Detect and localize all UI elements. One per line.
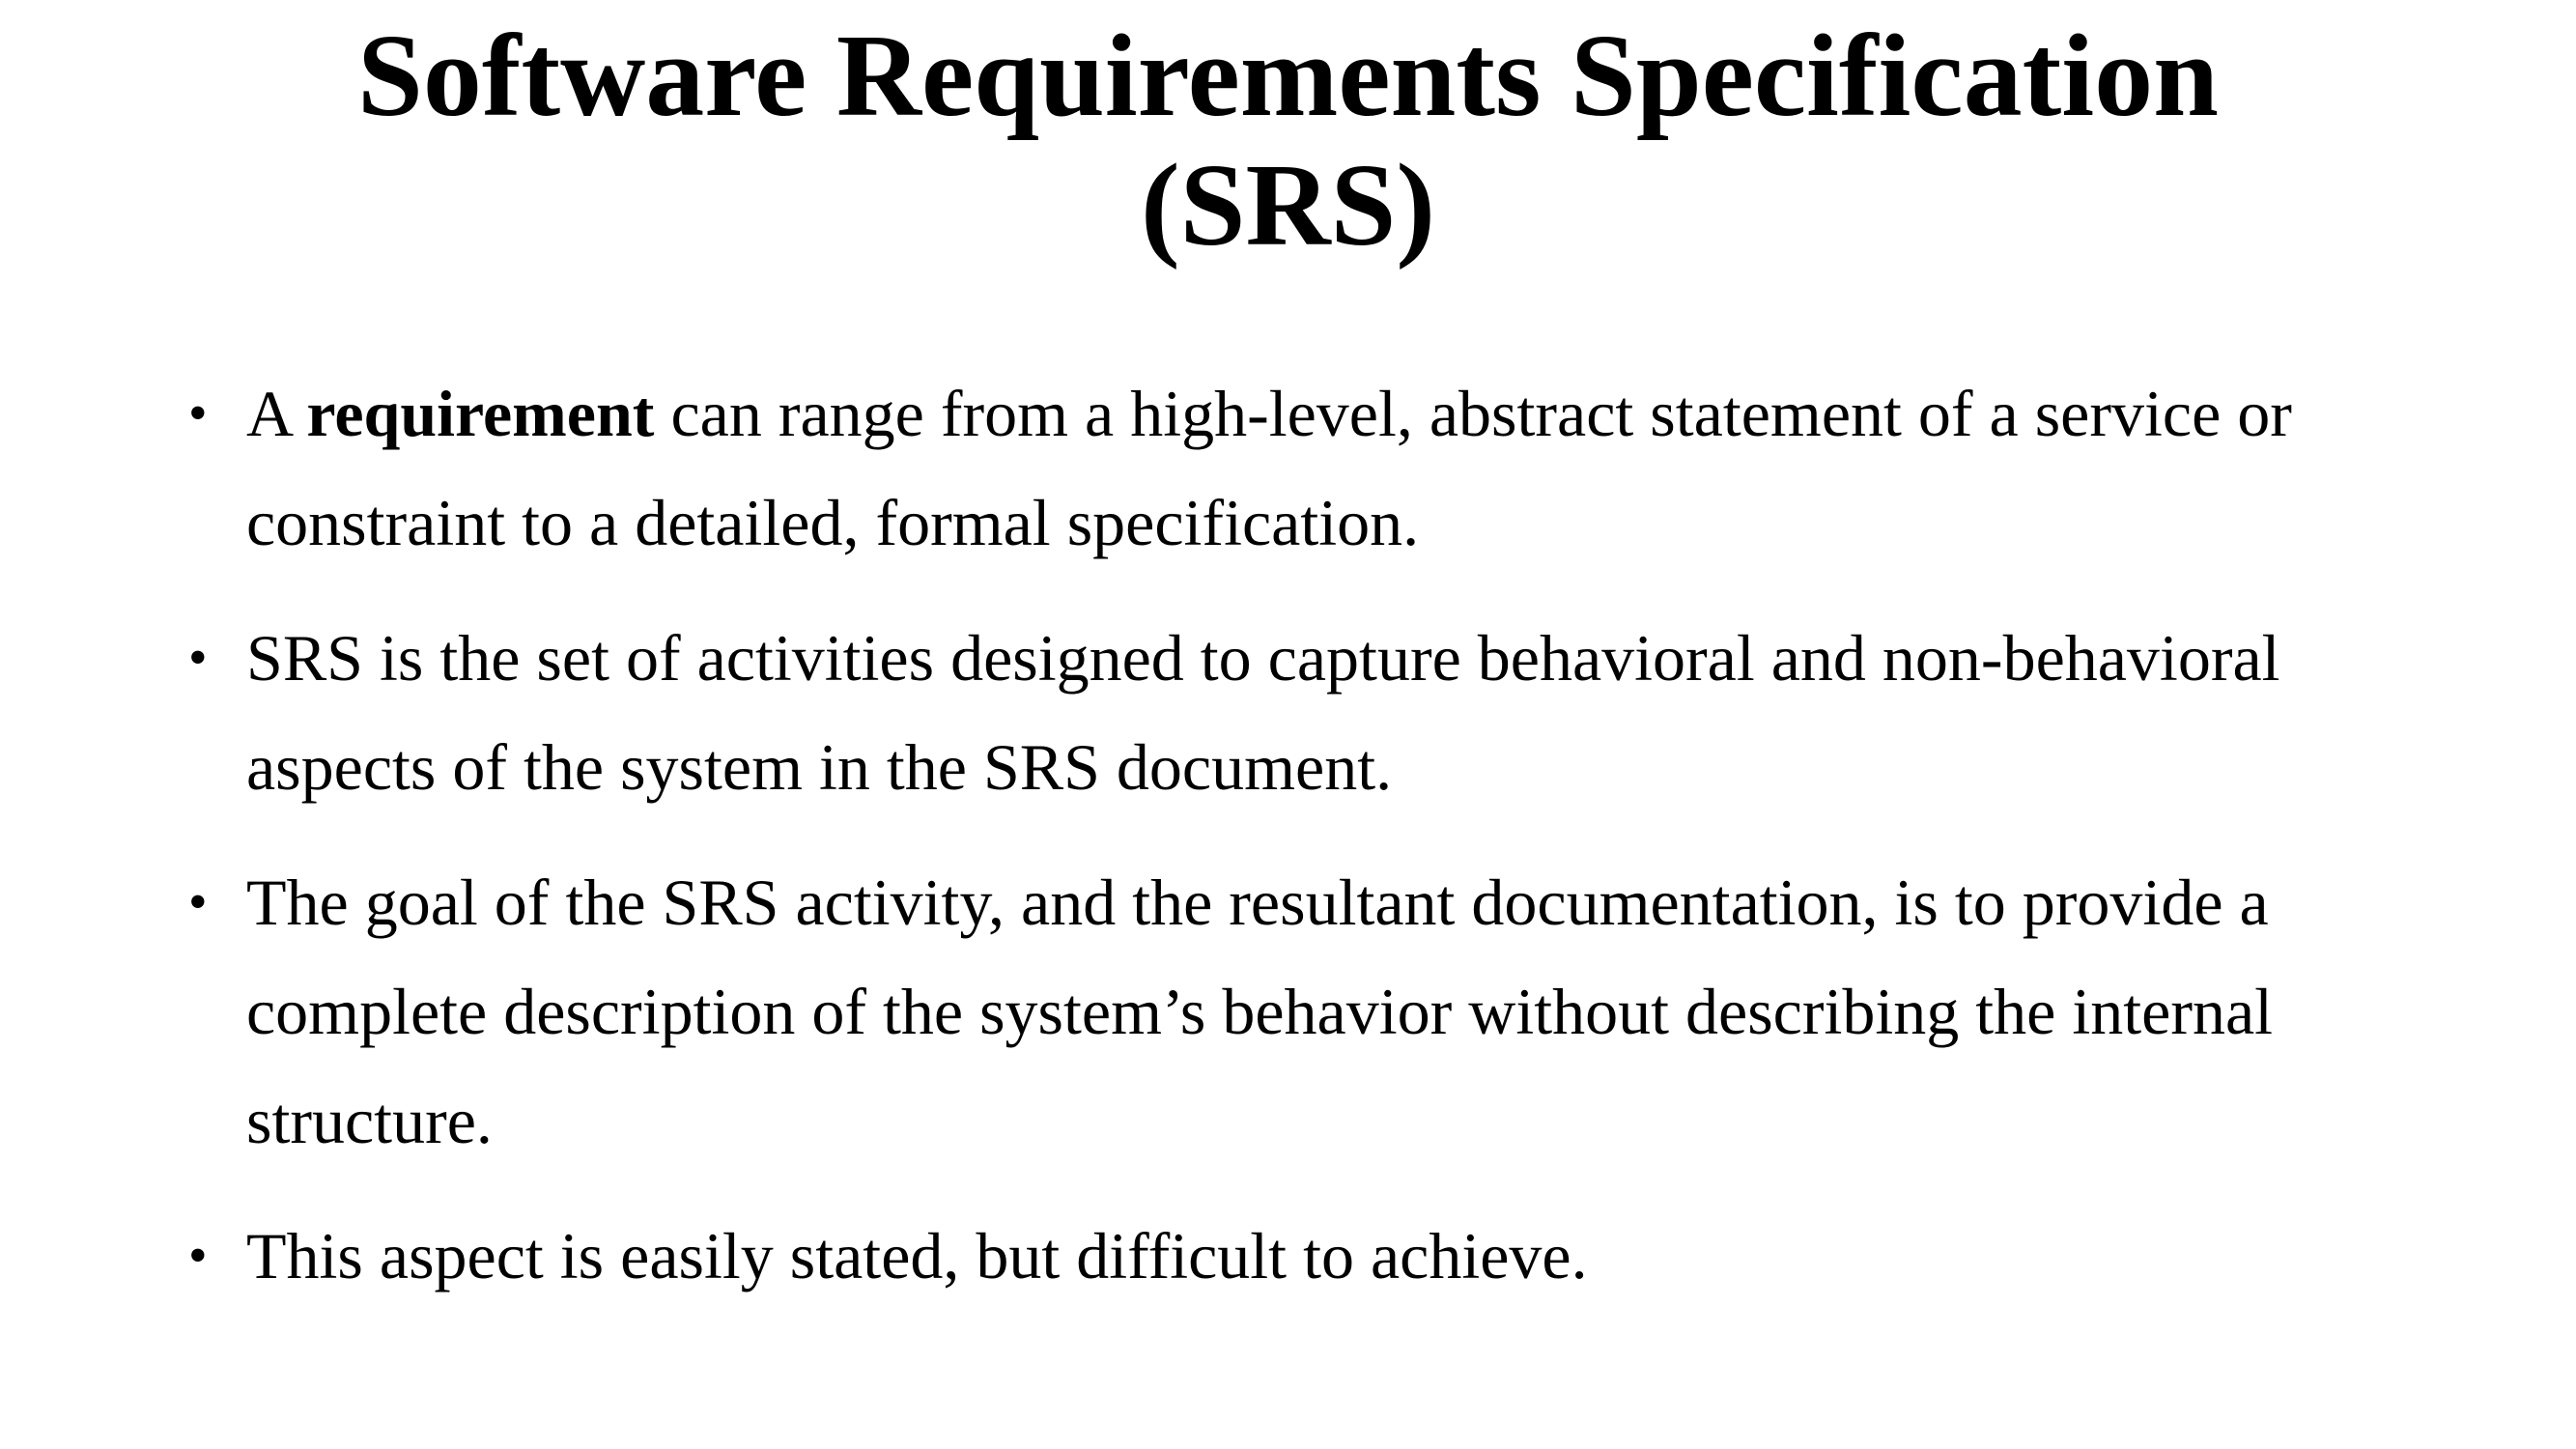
bullet-item-srs-activities: • SRS is the set of activities designed … <box>188 604 2449 822</box>
bullet-text-bold-term: requirement <box>306 377 655 450</box>
bullet-text: The goal of the SRS activity, and the re… <box>246 866 2274 1157</box>
bullet-text: This aspect is easily stated, but diffic… <box>246 1219 1588 1293</box>
bullet-text-prefix: A <box>246 377 307 450</box>
bullet-item-difficulty: • This aspect is easily stated, but diff… <box>188 1202 2449 1311</box>
bullet-icon: • <box>188 1226 208 1286</box>
bullet-text: SRS is the set of activities designed to… <box>246 621 2280 804</box>
bullet-icon: • <box>188 872 208 932</box>
bullet-icon: • <box>188 384 208 443</box>
slide-title: Software Requirements Specification (SRS… <box>0 12 2576 270</box>
bullet-item-requirement: • A requirement can range from a high-le… <box>188 359 2449 578</box>
bullet-item-srs-goal: • The goal of the SRS activity, and the … <box>188 848 2449 1176</box>
slide-title-line-1: Software Requirements Specification <box>357 11 2219 141</box>
bullet-icon: • <box>188 628 208 688</box>
bullet-list: • A requirement can range from a high-le… <box>188 359 2449 1337</box>
slide-title-line-2: (SRS) <box>1140 140 1436 270</box>
slide: Software Requirements Specification (SRS… <box>0 0 2576 1449</box>
